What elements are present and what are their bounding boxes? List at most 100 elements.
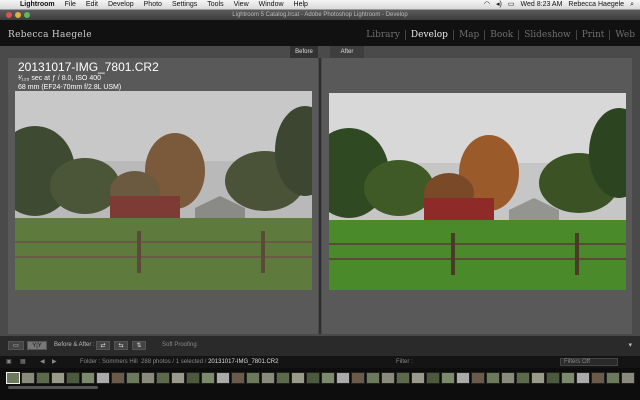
filmstrip-thumbnail[interactable] (336, 372, 350, 384)
filmstrip-thumbnail[interactable] (516, 372, 530, 384)
back-arrow-icon[interactable]: ◀ (40, 356, 45, 368)
filmstrip[interactable] (0, 368, 640, 400)
info-exposure: ¹⁄₁₂₅ sec at ƒ / 8.0, ISO 400 (18, 75, 101, 82)
filmstrip-thumbnail[interactable] (366, 372, 380, 384)
filmstrip-scrollbar[interactable] (8, 386, 98, 389)
filmstrip-thumbnail[interactable] (531, 372, 545, 384)
close-window-button[interactable] (6, 12, 12, 18)
filmstrip-thumbnail[interactable] (276, 372, 290, 384)
copy-before-to-after-button[interactable]: ⇄ (96, 341, 110, 350)
menu-photo[interactable]: Photo (144, 0, 162, 10)
filmstrip-thumbnail[interactable] (471, 372, 485, 384)
menu-develop[interactable]: Develop (108, 0, 134, 10)
soft-proofing-toggle[interactable]: Soft Proofing (162, 342, 197, 348)
filmstrip-thumbnail[interactable] (246, 372, 260, 384)
filmstrip-thumbnail[interactable] (171, 372, 185, 384)
window-title: Lightroom 5 Catalog.lrcat - Adobe Photos… (232, 12, 408, 18)
filmstrip-thumbnail[interactable] (621, 372, 635, 384)
filmstrip-thumbnail[interactable] (591, 372, 605, 384)
filmstrip-thumbnail[interactable] (201, 372, 215, 384)
filmstrip-thumbnail[interactable] (51, 372, 65, 384)
after-photo[interactable] (329, 93, 626, 290)
filmstrip-thumbnail[interactable] (306, 372, 320, 384)
develop-toolbar: ▭ Y|Y Before & After : ⇄ ⇆ ⇅ Soft Proofi… (0, 336, 640, 356)
filmstrip-thumbnail[interactable] (561, 372, 575, 384)
menu-clock[interactable]: Wed 8:23 AM (521, 0, 563, 10)
module-picker: Library Develop Map Book Slideshow Print… (361, 30, 640, 40)
module-print[interactable]: Print (575, 30, 610, 40)
filmstrip-thumbnail[interactable] (111, 372, 125, 384)
loupe-view-button[interactable]: ▭ (8, 341, 24, 350)
filmstrip-thumbnail[interactable] (6, 372, 20, 384)
module-map[interactable]: Map (452, 30, 484, 40)
filmstrip-thumbnail[interactable] (441, 372, 455, 384)
swap-before-after-button[interactable]: ⇅ (132, 341, 146, 350)
info-overlay: 20131017-IMG_7801.CR2 ¹⁄₁₂₅ sec at ƒ / 8… (18, 60, 159, 92)
filmstrip-thumbnail[interactable] (546, 372, 560, 384)
module-book[interactable]: Book (484, 30, 518, 40)
filter-label: Filter : (396, 359, 413, 365)
wifi-icon[interactable]: ◠ (484, 0, 490, 10)
filmstrip-source[interactable]: Folder : Sommers Hill 288 photos / 1 sel… (80, 356, 278, 368)
volume-icon[interactable]: ◂) (496, 0, 502, 10)
before-after-view-button[interactable]: Y|Y (27, 341, 47, 350)
copy-after-to-before-button[interactable]: ⇆ (114, 341, 128, 350)
filmstrip-thumbnail[interactable] (321, 372, 335, 384)
filmstrip-thumbnail[interactable] (21, 372, 35, 384)
module-library[interactable]: Library (361, 30, 405, 40)
filmstrip-thumbnail[interactable] (396, 372, 410, 384)
battery-icon[interactable]: ▭ (508, 0, 515, 10)
window-title-bar: Lightroom 5 Catalog.lrcat - Adobe Photos… (0, 10, 640, 20)
filmstrip-selected-file: 20131017-IMG_7801.CR2 (208, 359, 279, 365)
filmstrip-thumbnail[interactable] (66, 372, 80, 384)
forward-arrow-icon[interactable]: ▶ (52, 356, 57, 368)
filmstrip-thumbnail[interactable] (381, 372, 395, 384)
window-controls (6, 12, 30, 18)
filmstrip-thumbnail[interactable] (96, 372, 110, 384)
filmstrip-thumbnail[interactable] (156, 372, 170, 384)
filmstrip-thumbnail[interactable] (576, 372, 590, 384)
menu-view[interactable]: View (234, 0, 249, 10)
module-develop[interactable]: Develop (404, 30, 453, 40)
menu-window[interactable]: Window (259, 0, 284, 10)
before-after-label: Before & After : (54, 342, 95, 348)
filmstrip-thumbnail[interactable] (291, 372, 305, 384)
filmstrip-thumbnail[interactable] (501, 372, 515, 384)
minimize-window-button[interactable] (15, 12, 21, 18)
menu-tools[interactable]: Tools (207, 0, 223, 10)
second-window-icon[interactable]: ▣ (6, 356, 12, 368)
filmstrip-thumbnail[interactable] (186, 372, 200, 384)
filter-dropdown[interactable]: Filters Off (560, 358, 618, 366)
filmstrip-thumbnail[interactable] (36, 372, 50, 384)
mac-menu-bar: Lightroom File Edit Develop Photo Settin… (0, 0, 640, 10)
menu-settings[interactable]: Settings (172, 0, 197, 10)
menu-help[interactable]: Help (294, 0, 308, 10)
menu-file[interactable]: File (65, 0, 76, 10)
after-label: After (330, 46, 364, 58)
menu-lightroom[interactable]: Lightroom (20, 0, 55, 10)
filmstrip-thumbnail[interactable] (141, 372, 155, 384)
filmstrip-thumbnail[interactable] (456, 372, 470, 384)
status-area: ◠ ◂) ▭ Wed 8:23 AM Rebecca Haegele ⌕ (484, 0, 634, 10)
menu-edit[interactable]: Edit (86, 0, 98, 10)
filmstrip-thumbnail[interactable] (261, 372, 275, 384)
filmstrip-thumbnail[interactable] (411, 372, 425, 384)
filmstrip-thumbnail[interactable] (216, 372, 230, 384)
module-web[interactable]: Web (609, 30, 640, 40)
before-photo[interactable] (15, 91, 312, 290)
filmstrip-thumbnail[interactable] (426, 372, 440, 384)
grid-view-icon[interactable]: ▦ (20, 356, 26, 368)
spotlight-icon[interactable]: ⌕ (630, 0, 634, 10)
filmstrip-thumbnail[interactable] (486, 372, 500, 384)
filmstrip-header: ▣ ▦ ◀ ▶ Folder : Sommers Hill 288 photos… (0, 356, 640, 368)
zoom-window-button[interactable] (24, 12, 30, 18)
filmstrip-thumbnail[interactable] (81, 372, 95, 384)
module-slideshow[interactable]: Slideshow (518, 30, 576, 40)
toolbar-menu-icon[interactable]: ▾ (628, 341, 632, 349)
filmstrip-thumbnail[interactable] (351, 372, 365, 384)
menu-user[interactable]: Rebecca Haegele (568, 0, 624, 10)
filmstrip-thumbnail[interactable] (606, 372, 620, 384)
filmstrip-thumbnail[interactable] (126, 372, 140, 384)
info-lens: 68 mm (EF24-70mm f/2.8L USM) (18, 84, 122, 91)
filmstrip-thumbnail[interactable] (231, 372, 245, 384)
